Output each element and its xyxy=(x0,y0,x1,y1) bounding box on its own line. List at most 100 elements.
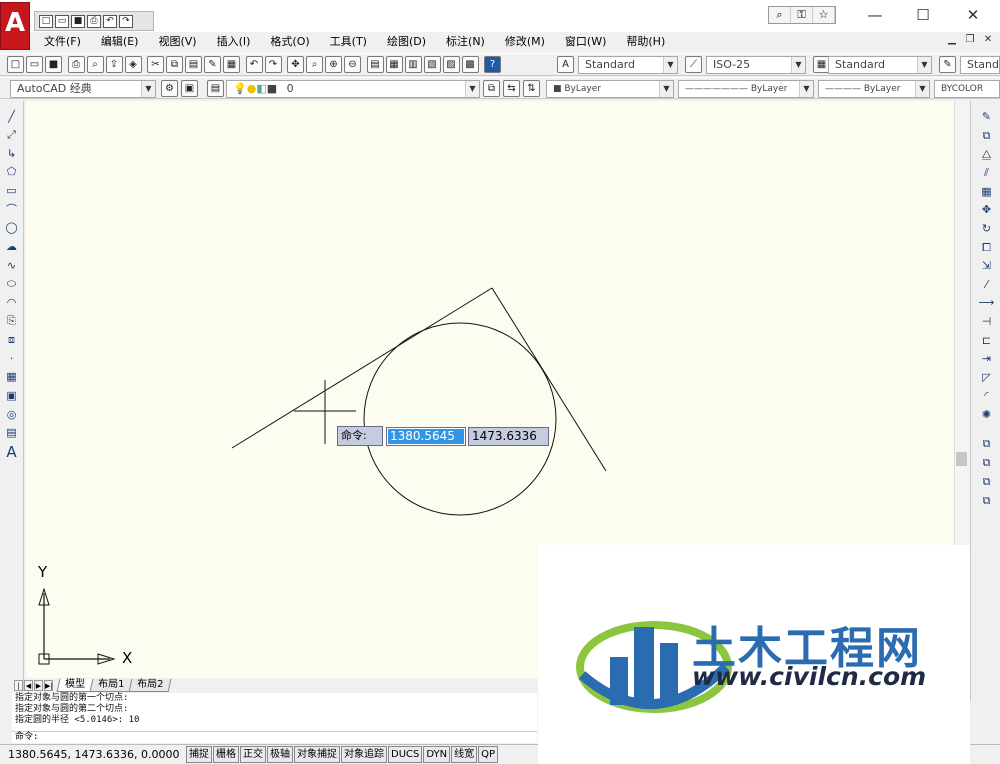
copy-object-icon[interactable]: ⧉ xyxy=(978,128,995,144)
close-button[interactable]: ✕ xyxy=(950,4,996,28)
workspace-settings-icon[interactable]: ⚙ xyxy=(161,80,178,97)
copy-icon[interactable]: ⧉ xyxy=(166,56,183,73)
mirror-icon[interactable]: ⧋ xyxy=(978,147,995,163)
command-line-input[interactable]: 命令: xyxy=(12,731,537,743)
layer-previous-icon[interactable]: ⇆ xyxy=(503,80,520,97)
print-icon[interactable]: ⎙ xyxy=(87,14,101,28)
zoom-window-icon[interactable]: ⊕ xyxy=(325,56,342,73)
match-properties-icon[interactable]: ✎ xyxy=(204,56,221,73)
next-tab-icon[interactable]: ▶ xyxy=(34,679,43,691)
menu-tools[interactable]: 工具(T) xyxy=(320,32,377,52)
join-icon[interactable]: ⇥ xyxy=(978,351,995,367)
redo-icon[interactable]: ↷ xyxy=(119,14,133,28)
text-style-icon[interactable]: A xyxy=(557,56,574,73)
send-under-icon[interactable]: ⧉ xyxy=(978,493,995,509)
multiline-text-icon[interactable]: A xyxy=(3,444,20,460)
help-icon[interactable]: ? xyxy=(484,56,501,73)
explode-icon[interactable]: ✺ xyxy=(978,407,995,423)
save-icon[interactable]: ■ xyxy=(71,14,85,28)
dim-style-select[interactable]: ISO-25 ▼ xyxy=(706,56,806,74)
design-center-icon[interactable]: ▦ xyxy=(385,56,403,73)
trim-icon[interactable]: ⁄ xyxy=(978,277,995,293)
prev-tab-icon[interactable]: ◀ xyxy=(24,679,33,691)
text-style-select[interactable]: Standard ▼ xyxy=(578,56,678,74)
zoom-previous-icon[interactable]: ⊖ xyxy=(344,56,361,73)
spline-icon[interactable]: ∿ xyxy=(3,258,20,274)
block-editor-icon[interactable]: ▦ xyxy=(223,56,240,73)
erase-icon[interactable]: ✎ xyxy=(978,109,995,125)
layer-state-icon[interactable]: ⇅ xyxy=(523,80,540,97)
sheet-set-icon[interactable]: ▧ xyxy=(423,56,441,73)
ortho-toggle[interactable]: 正交 xyxy=(240,746,266,763)
chamfer-icon[interactable]: ◸ xyxy=(978,370,995,386)
layer-properties-icon[interactable]: ▤ xyxy=(207,80,224,97)
break-at-point-icon[interactable]: ⊣ xyxy=(978,314,995,330)
make-block-icon[interactable]: ⧈ xyxy=(3,332,20,348)
scale-icon[interactable]: ⧠ xyxy=(978,240,995,256)
fillet-icon[interactable]: ◜ xyxy=(978,388,995,404)
help-key-icon[interactable]: ⚿ xyxy=(791,7,813,23)
doc-close-button[interactable]: ✕ xyxy=(982,34,994,46)
menu-format[interactable]: 格式(O) xyxy=(260,32,319,52)
snap-toggle[interactable]: 捕捉 xyxy=(186,746,212,763)
lineweight-toggle[interactable]: 线宽 xyxy=(451,746,478,763)
grid-toggle[interactable]: 栅格 xyxy=(213,746,239,763)
color-select[interactable]: ■ ByLayer ▼ xyxy=(546,80,674,98)
menu-dimension[interactable]: 标注(N) xyxy=(436,32,495,52)
draworder-front-icon[interactable]: ⧉ xyxy=(978,436,995,452)
osnap-toggle[interactable]: 对象捕捉 xyxy=(294,746,340,763)
gradient-icon[interactable]: ▣ xyxy=(3,388,20,404)
menu-help[interactable]: 帮助(H) xyxy=(616,32,675,52)
doc-minimize-button[interactable]: ▁ xyxy=(946,34,958,46)
circle-icon[interactable]: ◯ xyxy=(3,220,20,236)
move-icon[interactable]: ✥ xyxy=(978,202,995,218)
linetype-select[interactable]: ——————— ByLayer ▼ xyxy=(678,80,814,98)
tool-palettes-icon[interactable]: ▥ xyxy=(404,56,422,73)
cut-icon[interactable]: ✂ xyxy=(147,56,164,73)
new-icon[interactable]: □ xyxy=(39,14,53,28)
tangent-line-1[interactable] xyxy=(231,287,493,449)
bring-above-icon[interactable]: ⧉ xyxy=(978,474,995,490)
ducs-toggle[interactable]: DUCS xyxy=(388,746,423,763)
save-icon[interactable]: ■ xyxy=(45,56,62,73)
arc-icon[interactable]: ⌒ xyxy=(3,202,20,218)
publish-icon[interactable]: ⇪ xyxy=(105,56,123,73)
customize-icon[interactable]: ▣ xyxy=(181,80,198,97)
menu-insert[interactable]: 插入(I) xyxy=(207,32,261,52)
maximize-button[interactable]: ☐ xyxy=(900,4,946,28)
quick-properties-toggle[interactable]: QP xyxy=(478,746,499,763)
menu-modify[interactable]: 修改(M) xyxy=(495,32,555,52)
pan-icon[interactable]: ✥ xyxy=(287,56,304,73)
table-icon[interactable]: ▤ xyxy=(3,425,20,441)
markup-icon[interactable]: ▨ xyxy=(442,56,460,73)
dynamic-input-y-field[interactable]: 1473.6336 xyxy=(468,427,549,446)
properties-icon[interactable]: ▤ xyxy=(366,56,384,73)
multileader-style-icon[interactable]: ✎ xyxy=(939,56,956,73)
zoom-realtime-icon[interactable]: ⌕ xyxy=(306,56,323,73)
tab-layout1[interactable]: 布局1 xyxy=(89,678,133,692)
polar-toggle[interactable]: 极轴 xyxy=(267,746,293,763)
preview-icon[interactable]: ⌕ xyxy=(86,56,104,73)
tab-model[interactable]: 模型 xyxy=(56,678,94,692)
open-icon[interactable]: ▭ xyxy=(55,14,69,28)
qnew-icon[interactable]: □ xyxy=(7,56,24,73)
table-style-select[interactable]: Standard ▼ xyxy=(828,56,932,74)
extend-icon[interactable]: ⟶ xyxy=(978,295,995,311)
redo-icon[interactable]: ↷ xyxy=(264,56,282,73)
region-icon[interactable]: ◎ xyxy=(3,407,20,423)
break-icon[interactable]: ⊏ xyxy=(978,333,995,349)
menu-window[interactable]: 窗口(W) xyxy=(555,32,616,52)
insert-block-icon[interactable]: ⎘ xyxy=(3,313,20,329)
tangent-circle[interactable] xyxy=(363,322,557,516)
application-menu-button[interactable]: A▼ xyxy=(0,2,30,63)
vertical-scroll-thumb[interactable] xyxy=(956,452,967,466)
undo-icon[interactable]: ↶ xyxy=(103,14,117,28)
calculator-icon[interactable]: ▩ xyxy=(461,56,479,73)
layer-select[interactable]: 💡●◧■ 0 ▼ xyxy=(226,80,480,98)
tab-layout2[interactable]: 布局2 xyxy=(128,678,173,692)
menu-file[interactable]: 文件(F) xyxy=(34,32,91,52)
plot-style-select[interactable]: BYCOLOR xyxy=(934,80,1000,98)
dynamic-input-x-field[interactable]: 1380.5645 xyxy=(386,427,466,446)
draworder-back-icon[interactable]: ⧉ xyxy=(978,455,995,471)
hatch-icon[interactable]: ▦ xyxy=(3,369,20,385)
